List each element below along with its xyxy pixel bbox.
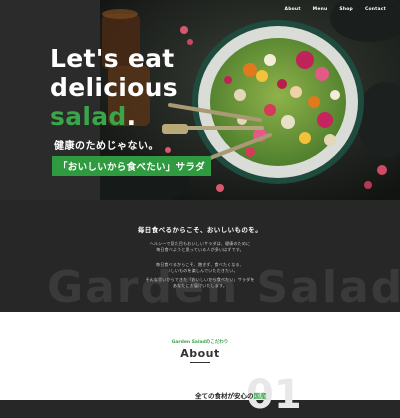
- intro-paragraph-1: ヘルシーで見た目もおいしいサラダは、健康のために 毎日食べようと思っている人が多…: [0, 241, 400, 253]
- about-section: Garden Saladのこだわり About 01 全ての食材が安心の国産: [0, 312, 400, 418]
- about-heading-highlight: 国産: [253, 392, 267, 400]
- hero-title-highlight: salad: [50, 102, 127, 131]
- about-eyebrow: Garden Saladのこだわり: [171, 340, 229, 345]
- about-item-heading: 全ての食材が安心の国産: [195, 390, 267, 400]
- nav-shop[interactable]: Shop: [339, 7, 353, 12]
- hero-tagline-badge: 「おいしいから食べたい」サラダ: [52, 156, 212, 176]
- hero-title: Let's eat delicious salad.: [50, 44, 211, 131]
- nav-contact[interactable]: Contact: [365, 7, 386, 12]
- hero-title-line1: Let's eat: [50, 44, 175, 73]
- hero-copy: Let's eat delicious salad. 健康のためじゃない。 「お…: [50, 44, 212, 176]
- hero-section: About Menu Shop Contact Let's eat delici…: [0, 0, 400, 200]
- hero-title-line3: salad.: [50, 102, 211, 131]
- nav-menu[interactable]: Menu: [313, 7, 328, 12]
- hero-subtitle: 健康のためじゃない。: [54, 141, 159, 152]
- about-title-underline: [190, 362, 210, 363]
- hero-title-line2: delicious: [50, 73, 178, 102]
- about-title: About: [180, 347, 220, 360]
- top-nav: About Menu Shop Contact: [285, 7, 386, 12]
- intro-p3-line2: あなたにお届けいたします。: [172, 283, 228, 288]
- hero-title-dot: .: [126, 102, 137, 131]
- intro-paragraph-3: そんな思いからできた「おいしいから食べたい」サラダを あなたにお届けいたします。: [0, 277, 400, 289]
- intro-lead: 毎日食べるからこそ、おいしいものを。: [137, 226, 263, 234]
- nav-about[interactable]: About: [285, 7, 301, 12]
- about-heading-text: 全ての食材が安心の: [195, 392, 254, 400]
- intro-p1-line2: 毎日食べようと思っている人が多いはずです。: [156, 247, 244, 252]
